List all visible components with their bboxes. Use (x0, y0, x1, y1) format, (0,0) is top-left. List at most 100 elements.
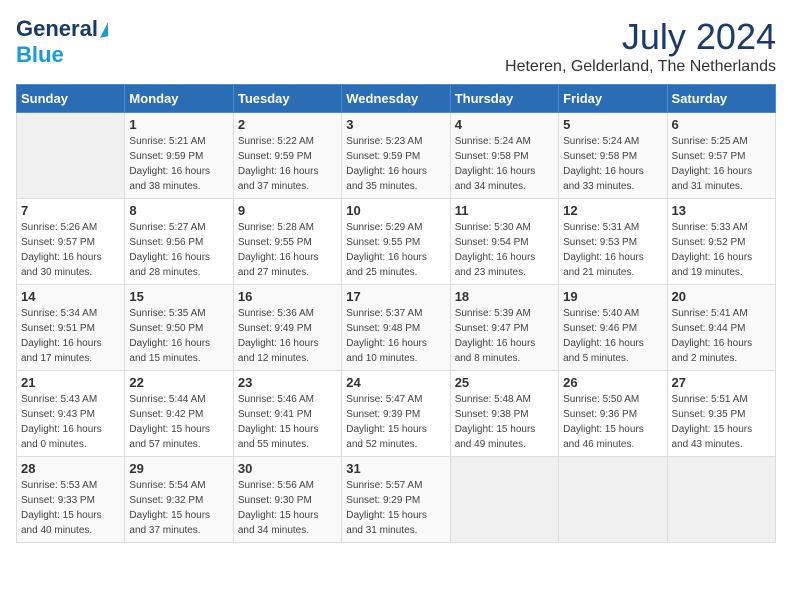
calendar-cell: 11 Sunrise: 5:30 AMSunset: 9:54 PMDayligh… (450, 199, 558, 285)
day-number: 10 (346, 203, 445, 218)
day-info: Sunrise: 5:25 AMSunset: 9:57 PMDaylight:… (672, 134, 771, 194)
calendar-cell (559, 457, 667, 543)
header-day-tuesday: Tuesday (233, 85, 341, 113)
calendar-cell (450, 457, 558, 543)
day-number: 24 (346, 375, 445, 390)
header-day-friday: Friday (559, 85, 667, 113)
calendar-cell: 5Sunrise: 5:24 AMSunset: 9:58 PMDaylight… (559, 113, 667, 199)
calendar-cell: 31 Sunrise: 5:57 AMSunset: 9:29 PMDayligh… (342, 457, 450, 543)
day-number: 1 (129, 117, 228, 132)
day-number: 29 (129, 461, 228, 476)
calendar-cell: 25 Sunrise: 5:48 AMSunset: 9:38 PMDayligh… (450, 371, 558, 457)
day-info: Sunrise: 5:30 AMSunset: 9:54 PMDaylight:… (455, 220, 554, 280)
calendar-cell: 2 Sunrise: 5:22 AMSunset: 9:59 PMDaylight… (233, 113, 341, 199)
day-number: 18 (455, 289, 554, 304)
day-info: Sunrise: 5:24 AMSunset: 9:58 PMDaylight:… (563, 134, 662, 194)
day-info: Sunrise: 5:48 AMSunset: 9:38 PMDaylight:… (455, 392, 554, 452)
day-info: Sunrise: 5:34 AMSunset: 9:51 PMDaylight:… (21, 306, 120, 366)
calendar-week-row: 7 Sunrise: 5:26 AMSunset: 9:57 PMDaylight… (17, 199, 776, 285)
header-day-wednesday: Wednesday (342, 85, 450, 113)
day-info: Sunrise: 5:44 AMSunset: 9:42 PMDaylight:… (129, 392, 228, 452)
day-number: 13 (672, 203, 771, 218)
day-info: Sunrise: 5:41 AMSunset: 9:44 PMDaylight:… (672, 306, 771, 366)
logo-blue-text: Blue (16, 42, 64, 67)
day-number: 6 (672, 117, 771, 132)
calendar-week-row: 28 Sunrise: 5:53 AMSunset: 9:33 PMDayligh… (17, 457, 776, 543)
day-number: 16 (238, 289, 337, 304)
calendar-cell: 16 Sunrise: 5:36 AMSunset: 9:49 PMDayligh… (233, 285, 341, 371)
day-info: Sunrise: 5:31 AMSunset: 9:53 PMDaylight:… (563, 220, 662, 280)
location-subtitle: Heteren, Gelderland, The Netherlands (505, 58, 776, 76)
calendar-cell: 17Sunrise: 5:37 AMSunset: 9:48 PMDayligh… (342, 285, 450, 371)
day-info: Sunrise: 5:50 AMSunset: 9:36 PMDaylight:… (563, 392, 662, 452)
day-info: Sunrise: 5:47 AMSunset: 9:39 PMDaylight:… (346, 392, 445, 452)
calendar-cell: 9 Sunrise: 5:28 AMSunset: 9:55 PMDaylight… (233, 199, 341, 285)
day-number: 19 (563, 289, 662, 304)
page-header: General Blue July 2024 Heteren, Gelderla… (16, 16, 776, 76)
day-info: Sunrise: 5:36 AMSunset: 9:49 PMDaylight:… (238, 306, 337, 366)
calendar-cell: 6 Sunrise: 5:25 AMSunset: 9:57 PMDaylight… (667, 113, 775, 199)
calendar-cell: 8 Sunrise: 5:27 AMSunset: 9:56 PMDaylight… (125, 199, 233, 285)
calendar-cell: 30Sunrise: 5:56 AMSunset: 9:30 PMDayligh… (233, 457, 341, 543)
calendar-cell: 14 Sunrise: 5:34 AMSunset: 9:51 PMDayligh… (17, 285, 125, 371)
title-area: July 2024 Heteren, Gelderland, The Nethe… (505, 16, 776, 76)
calendar-cell: 3Sunrise: 5:23 AMSunset: 9:59 PMDaylight… (342, 113, 450, 199)
day-info: Sunrise: 5:53 AMSunset: 9:33 PMDaylight:… (21, 478, 120, 538)
calendar-week-row: 21Sunrise: 5:43 AMSunset: 9:43 PMDayligh… (17, 371, 776, 457)
day-number: 17 (346, 289, 445, 304)
day-number: 21 (21, 375, 120, 390)
logo-triangle-icon (100, 22, 108, 37)
calendar-cell: 24 Sunrise: 5:47 AMSunset: 9:39 PMDayligh… (342, 371, 450, 457)
calendar-cell: 4 Sunrise: 5:24 AMSunset: 9:58 PMDaylight… (450, 113, 558, 199)
day-info: Sunrise: 5:56 AMSunset: 9:30 PMDaylight:… (238, 478, 337, 538)
calendar-cell: 23Sunrise: 5:46 AMSunset: 9:41 PMDayligh… (233, 371, 341, 457)
day-info: Sunrise: 5:57 AMSunset: 9:29 PMDaylight:… (346, 478, 445, 538)
day-info: Sunrise: 5:28 AMSunset: 9:55 PMDaylight:… (238, 220, 337, 280)
header-day-monday: Monday (125, 85, 233, 113)
month-year-title: July 2024 (505, 16, 776, 58)
calendar-cell: 19Sunrise: 5:40 AMSunset: 9:46 PMDayligh… (559, 285, 667, 371)
calendar-cell: 7 Sunrise: 5:26 AMSunset: 9:57 PMDaylight… (17, 199, 125, 285)
day-info: Sunrise: 5:54 AMSunset: 9:32 PMDaylight:… (129, 478, 228, 538)
calendar-cell (17, 113, 125, 199)
day-number: 7 (21, 203, 120, 218)
day-number: 8 (129, 203, 228, 218)
day-info: Sunrise: 5:24 AMSunset: 9:58 PMDaylight:… (455, 134, 554, 194)
logo: General Blue (16, 16, 108, 68)
day-info: Sunrise: 5:23 AMSunset: 9:59 PMDaylight:… (346, 134, 445, 194)
calendar-cell: 15 Sunrise: 5:35 AMSunset: 9:50 PMDayligh… (125, 285, 233, 371)
day-info: Sunrise: 5:46 AMSunset: 9:41 PMDaylight:… (238, 392, 337, 452)
day-info: Sunrise: 5:51 AMSunset: 9:35 PMDaylight:… (672, 392, 771, 452)
calendar-cell: 26 Sunrise: 5:50 AMSunset: 9:36 PMDayligh… (559, 371, 667, 457)
day-number: 31 (346, 461, 445, 476)
calendar-cell (667, 457, 775, 543)
day-info: Sunrise: 5:39 AMSunset: 9:47 PMDaylight:… (455, 306, 554, 366)
calendar-header-row: SundayMondayTuesdayWednesdayThursdayFrid… (17, 85, 776, 113)
day-number: 11 (455, 203, 554, 218)
day-info: Sunrise: 5:27 AMSunset: 9:56 PMDaylight:… (129, 220, 228, 280)
day-number: 2 (238, 117, 337, 132)
day-info: Sunrise: 5:26 AMSunset: 9:57 PMDaylight:… (21, 220, 120, 280)
calendar-cell: 27 Sunrise: 5:51 AMSunset: 9:35 PMDayligh… (667, 371, 775, 457)
day-number: 4 (455, 117, 554, 132)
day-number: 28 (21, 461, 120, 476)
day-number: 27 (672, 375, 771, 390)
calendar-cell: 18 Sunrise: 5:39 AMSunset: 9:47 PMDayligh… (450, 285, 558, 371)
day-info: Sunrise: 5:29 AMSunset: 9:55 PMDaylight:… (346, 220, 445, 280)
day-number: 9 (238, 203, 337, 218)
header-day-thursday: Thursday (450, 85, 558, 113)
day-number: 20 (672, 289, 771, 304)
calendar-cell: 20 Sunrise: 5:41 AMSunset: 9:44 PMDayligh… (667, 285, 775, 371)
day-info: Sunrise: 5:35 AMSunset: 9:50 PMDaylight:… (129, 306, 228, 366)
day-number: 25 (455, 375, 554, 390)
day-number: 22 (129, 375, 228, 390)
day-number: 14 (21, 289, 120, 304)
day-info: Sunrise: 5:22 AMSunset: 9:59 PMDaylight:… (238, 134, 337, 194)
day-number: 15 (129, 289, 228, 304)
calendar-cell: 21Sunrise: 5:43 AMSunset: 9:43 PMDayligh… (17, 371, 125, 457)
calendar-cell: 22 Sunrise: 5:44 AMSunset: 9:42 PMDayligh… (125, 371, 233, 457)
day-number: 26 (563, 375, 662, 390)
calendar-table: SundayMondayTuesdayWednesdayThursdayFrid… (16, 84, 776, 543)
day-info: Sunrise: 5:21 AMSunset: 9:59 PMDaylight:… (129, 134, 228, 194)
header-day-saturday: Saturday (667, 85, 775, 113)
